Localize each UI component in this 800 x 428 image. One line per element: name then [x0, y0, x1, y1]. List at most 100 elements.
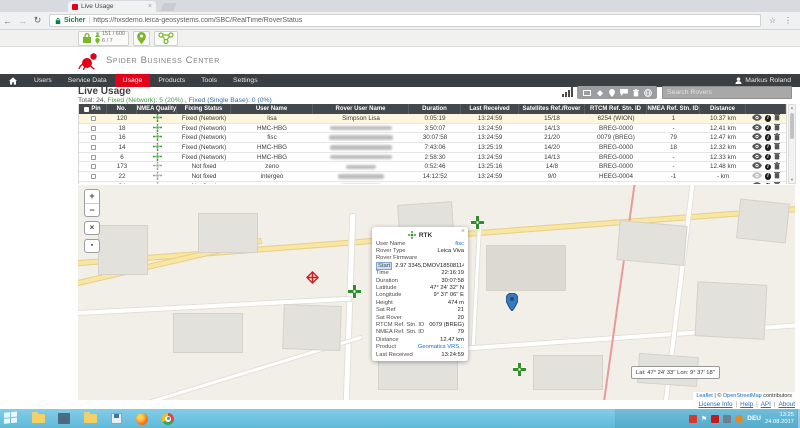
scroll-down-icon[interactable]: ▼	[789, 177, 795, 183]
view-on-map-eye-icon[interactable]	[752, 143, 762, 152]
info-icon[interactable]: i	[765, 154, 772, 161]
network-widget[interactable]	[154, 31, 178, 46]
delete-icon[interactable]	[774, 182, 780, 184]
table-scrollbar[interactable]: ▲ ▼	[788, 104, 796, 184]
firefox-icon[interactable]	[132, 411, 152, 426]
popup-field-link[interactable]: fisc	[455, 241, 464, 247]
scroll-up-icon[interactable]: ▲	[789, 105, 795, 111]
globe-icon[interactable]	[644, 89, 652, 97]
info-icon[interactable]: i	[765, 134, 772, 141]
file-explorer-icon[interactable]	[28, 411, 48, 426]
info-icon[interactable]: i	[765, 115, 772, 122]
table-row[interactable]: 120Fixed (Network)lisaSimpson Lisa0:05:1…	[79, 114, 786, 124]
browser-tab[interactable]: Live Usage ×	[68, 1, 156, 12]
popup-field-link[interactable]: Geomatics VRS...	[418, 344, 464, 350]
view-on-map-eye-icon[interactable]	[752, 133, 762, 142]
column-header-no-[interactable]: No.	[107, 104, 137, 114]
row-checkbox[interactable]	[91, 174, 96, 179]
footer-link-license-info[interactable]: License Info	[699, 401, 733, 408]
search-rovers-input[interactable]	[662, 86, 792, 99]
rover-marker-icon[interactable]	[513, 363, 526, 376]
leaflet-link[interactable]: Leaflet	[696, 393, 713, 399]
keyboard-language[interactable]: DEU	[747, 415, 761, 422]
tray-icon[interactable]	[711, 415, 719, 423]
column-header-rtcm-ref-stn-id[interactable]: RTCM Ref. Stn. ID	[585, 104, 647, 114]
forward-icon[interactable]: →	[15, 16, 30, 26]
view-on-map-eye-icon[interactable]	[752, 124, 762, 133]
nav-item-tools[interactable]: Tools	[193, 74, 225, 87]
table-row[interactable]: 14Fixed (Network)HMC-HBG7:43:0613:25:191…	[79, 143, 786, 153]
column-header-fixing-status[interactable]: Fixing Status	[177, 104, 231, 114]
column-header-last-received[interactable]: Last Received	[461, 104, 519, 114]
rover-marker-selected-icon[interactable]	[305, 270, 320, 285]
footer-link-help[interactable]: Help	[740, 401, 753, 408]
footer-link-about[interactable]: About	[779, 401, 795, 408]
taskbar-clock[interactable]: 13:25 24.08.2017	[765, 412, 794, 425]
row-checkbox[interactable]	[91, 155, 96, 160]
table-row[interactable]: 16Fixed (Network)fisc30:07:5813:24:5921/…	[79, 133, 786, 143]
trash-icon[interactable]	[633, 89, 639, 97]
info-icon[interactable]: i	[765, 173, 772, 180]
chrome-icon[interactable]	[158, 411, 178, 426]
view-on-map-eye-icon[interactable]	[752, 114, 762, 123]
extent-button[interactable]: ▪	[84, 239, 100, 253]
map-pin-widget[interactable]	[133, 31, 150, 46]
pin-icon[interactable]	[609, 89, 615, 97]
folder-icon[interactable]	[80, 411, 100, 426]
column-header-duration[interactable]: Duration	[409, 104, 461, 114]
delete-icon[interactable]	[774, 172, 780, 181]
tray-icon[interactable]	[735, 415, 743, 423]
message-icon[interactable]	[620, 89, 628, 96]
diamond-icon[interactable]	[596, 89, 604, 97]
bookmark-star-icon[interactable]: ☆	[769, 16, 776, 25]
column-header-nmea-quality[interactable]: NMEA Quality	[137, 104, 177, 114]
delete-icon[interactable]	[774, 124, 780, 133]
table-row[interactable]: 173Not fixedzeno0:52:4613:25:1614/8BREG-…	[79, 162, 786, 172]
home-icon[interactable]	[0, 74, 26, 87]
nav-item-products[interactable]: Products	[150, 74, 193, 87]
rover-marker-icon[interactable]	[471, 216, 484, 229]
delete-icon[interactable]	[774, 162, 780, 171]
select-all-checkbox[interactable]	[84, 107, 89, 112]
column-header-nmea-ref-stn-id[interactable]: NMEA Ref. Stn. ID	[647, 104, 700, 114]
popup-close-icon[interactable]: ×	[461, 228, 465, 235]
view-on-map-eye-icon[interactable]	[752, 182, 762, 184]
row-checkbox[interactable]	[91, 135, 96, 140]
tray-icon[interactable]	[689, 415, 697, 423]
close-map-button[interactable]: ×	[84, 221, 100, 235]
start-button[interactable]	[4, 411, 20, 426]
footer-link-api[interactable]: API	[761, 401, 771, 408]
column-header-distance[interactable]: Distance	[700, 104, 746, 114]
table-row[interactable]: 6Fixed (Network)HMC-HBG2:58:3013:24:5914…	[79, 153, 786, 163]
tab-close-icon[interactable]: ×	[148, 4, 152, 10]
table-row[interactable]: 24Not fixedi	[79, 182, 786, 184]
row-checkbox[interactable]	[91, 164, 96, 169]
info-icon[interactable]: i	[765, 125, 772, 132]
zoom-out-button[interactable]: −	[85, 203, 99, 216]
view-on-map-eye-icon[interactable]	[752, 172, 762, 181]
column-header-satellites-ref-rover[interactable]: Satellites Ref./Rover	[519, 104, 585, 114]
browser-menu-icon[interactable]: ⋮	[784, 16, 792, 25]
reload-icon[interactable]: ↻	[30, 15, 45, 26]
address-bar[interactable]: Sicher | https://hxsdemo.leica-geosystem…	[49, 14, 761, 27]
row-checkbox[interactable]	[91, 126, 96, 131]
back-icon[interactable]: ←	[0, 16, 15, 26]
tray-shield-icon[interactable]	[723, 415, 731, 423]
app-icon[interactable]	[54, 411, 74, 426]
delete-icon[interactable]	[774, 114, 780, 123]
map[interactable]: + − × ▪ RTK × User NamefiscRover TypeLei…	[78, 185, 795, 400]
osm-link[interactable]: OpenStreetMap	[723, 393, 762, 399]
new-tab-button[interactable]	[161, 3, 177, 11]
rectangle-select-icon[interactable]	[583, 90, 591, 96]
info-icon[interactable]: i	[765, 183, 772, 184]
view-on-map-eye-icon[interactable]	[752, 153, 762, 162]
save-app-icon[interactable]	[106, 411, 126, 426]
info-icon[interactable]: i	[765, 144, 772, 151]
scrollbar-thumb[interactable]	[790, 113, 794, 139]
signal-bars-icon[interactable]	[562, 87, 573, 97]
row-checkbox[interactable]	[91, 116, 96, 121]
table-row[interactable]: 18Fixed (Network)HMC-HBG3:50:0713:24:591…	[79, 124, 786, 134]
delete-icon[interactable]	[774, 153, 780, 162]
rover-marker-icon[interactable]	[348, 285, 361, 298]
view-on-map-eye-icon[interactable]	[752, 162, 762, 171]
